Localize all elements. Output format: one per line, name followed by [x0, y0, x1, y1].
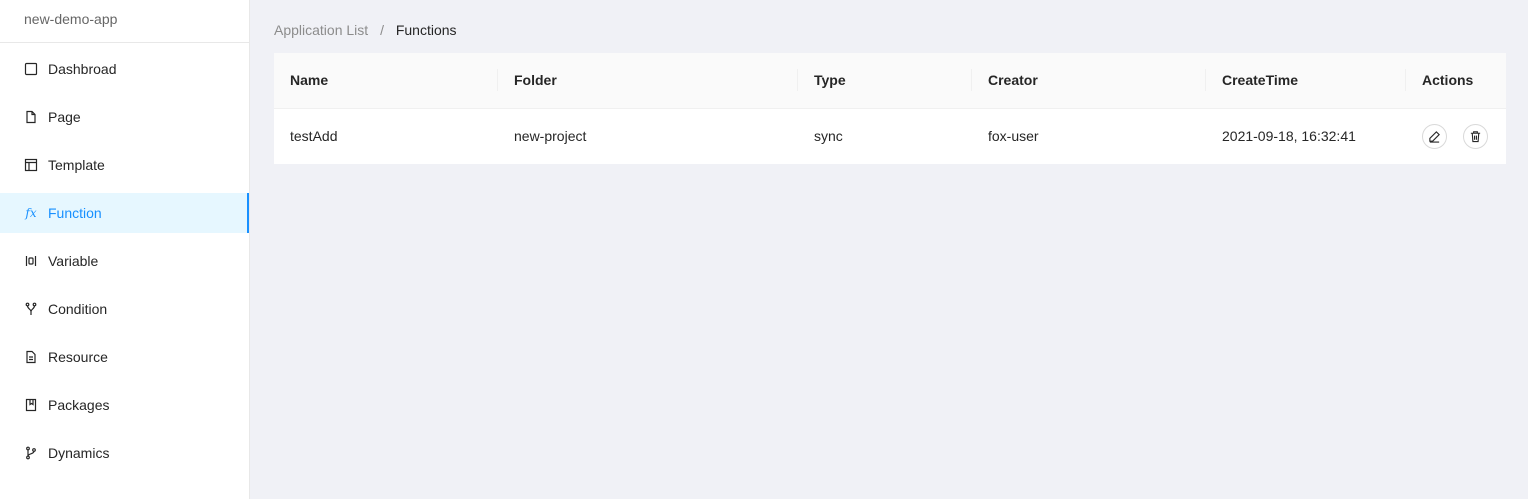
app-name: new-demo-app [0, 0, 249, 43]
column-header-folder: Folder [498, 53, 798, 109]
edit-button[interactable] [1422, 123, 1447, 149]
cell-name: testAdd [290, 128, 338, 145]
breadcrumb-current: Functions [395, 22, 457, 38]
app-root: new-demo-app Dashbroad Page Template fx … [0, 0, 1528, 499]
sidebar-item-dynamics[interactable]: Dynamics [0, 433, 249, 473]
sidebar-item-label: Template [48, 157, 105, 173]
edit-icon [1429, 130, 1440, 143]
variable-icon [24, 254, 38, 268]
column-header-type: Type [798, 53, 972, 109]
functions-table-card: Name Folder Type Creator CreateTime Acti… [274, 53, 1506, 164]
sidebar-item-label: Page [48, 109, 81, 125]
functions-table: Name Folder Type Creator CreateTime Acti… [274, 53, 1506, 164]
sidebar-item-label: Function [48, 205, 102, 221]
sidebar-item-label: Condition [48, 301, 108, 317]
cell-creator: fox-user [988, 128, 1039, 145]
column-header-actions: Actions [1406, 53, 1506, 109]
branch-icon [24, 302, 38, 316]
sidebar-item-label: Resource [48, 349, 108, 365]
cell-type: sync [814, 128, 843, 145]
cell-folder: new-project [514, 128, 587, 145]
breadcrumb-application-list[interactable]: Application List [274, 22, 368, 38]
cell-actions [1406, 108, 1506, 164]
breadcrumb-separator: / [380, 22, 384, 38]
main-content: Application List / Functions Name Folder… [250, 0, 1528, 499]
column-header-creator: Creator [972, 53, 1206, 109]
table-row: testAdd new-project sync fox-user 2021-0… [274, 108, 1506, 164]
sidebar-menu: Dashbroad Page Template fx Function Vari… [0, 43, 249, 473]
sidebar-item-variable[interactable]: Variable [0, 241, 249, 281]
sidebar-item-label: Dynamics [48, 445, 110, 461]
file-icon [24, 110, 38, 124]
sidebar-item-packages[interactable]: Packages [0, 385, 249, 425]
sidebar-item-page[interactable]: Page [0, 97, 249, 137]
column-header-name: Name [274, 53, 498, 109]
sidebar-item-template[interactable]: Template [0, 145, 249, 185]
fx-icon: fx [25, 206, 37, 220]
sidebar-item-resource[interactable]: Resource [0, 337, 249, 377]
layout-icon [24, 158, 38, 172]
sidebar: new-demo-app Dashbroad Page Template fx … [0, 0, 250, 499]
sidebar-item-condition[interactable]: Condition [0, 289, 249, 329]
trash-icon [1470, 131, 1481, 142]
sidebar-item-dashbroad[interactable]: Dashbroad [0, 49, 249, 89]
sidebar-item-label: Packages [48, 397, 110, 413]
table-header-row: Name Folder Type Creator CreateTime Acti… [274, 53, 1506, 109]
sidebar-item-function[interactable]: fx Function [0, 193, 249, 233]
delete-button[interactable] [1463, 123, 1488, 149]
file-text-icon [24, 350, 38, 364]
row-actions [1422, 123, 1490, 149]
breadcrumb: Application List / Functions [274, 20, 1506, 40]
sidebar-item-label: Dashbroad [48, 61, 117, 77]
bookmark-icon [24, 398, 38, 412]
sidebar-item-label: Variable [48, 253, 99, 269]
column-header-createtime: CreateTime [1206, 53, 1406, 109]
square-icon [24, 62, 38, 76]
cell-create-time: 2021-09-18, 16:32:41 [1222, 128, 1356, 145]
git-branch-icon [24, 446, 38, 460]
